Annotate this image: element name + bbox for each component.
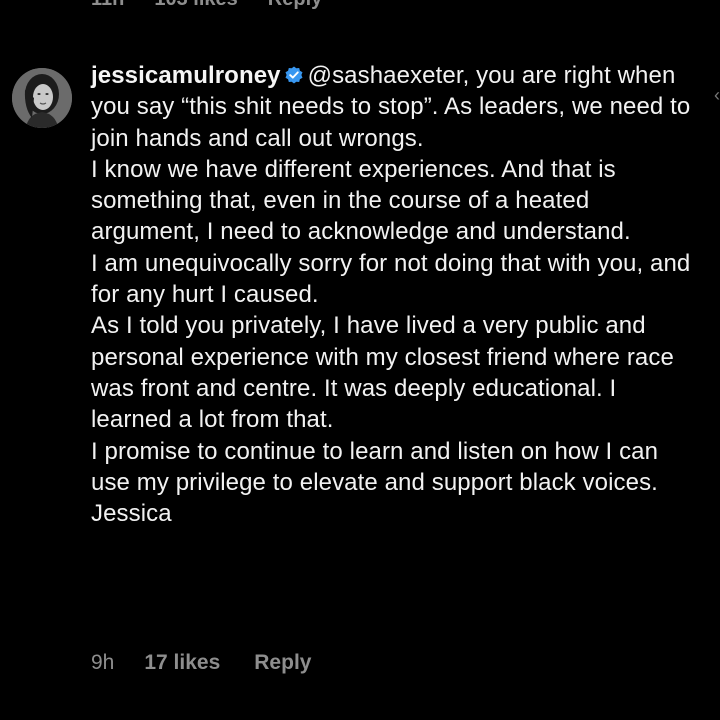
- comment-paragraph-5: I promise to continue to learn and liste…: [91, 437, 659, 496]
- comment-meta: 9h 17 likes Reply: [91, 651, 311, 675]
- previous-comment-time: 11h: [91, 0, 124, 11]
- comment-signature: Jessica: [91, 500, 172, 528]
- like-heart-icon[interactable]: ‹: [714, 86, 720, 104]
- comment-paragraph-2: I know we have different experiences. An…: [91, 155, 631, 246]
- comment-paragraph-3: I am unequivocally sorry for not doing t…: [91, 249, 691, 309]
- verified-badge-icon: [284, 65, 304, 85]
- comment-time: 9h: [91, 651, 115, 674]
- comment-first-paragraph: jessicamulroney @sashaexeter, you are rig…: [91, 60, 691, 154]
- comment-username[interactable]: jessicamulroney: [91, 62, 281, 89]
- previous-comment-meta: 11h 103 likes Reply: [91, 0, 322, 11]
- comment-likes[interactable]: 17 likes: [144, 651, 220, 675]
- comment-screen: 11h 103 likes Reply jessicamulroney @sash…: [0, 0, 720, 720]
- comment-body: jessicamulroney @sashaexeter, you are rig…: [91, 60, 691, 529]
- reply-button[interactable]: Reply: [254, 651, 311, 675]
- comment-paragraph-4: As I told you privately, I have lived a …: [91, 312, 674, 434]
- avatar-photo: [12, 68, 72, 128]
- avatar[interactable]: [12, 68, 72, 128]
- previous-comment-reply-button[interactable]: Reply: [268, 0, 322, 11]
- mention-link[interactable]: @sashaexeter,: [308, 62, 470, 89]
- previous-comment-likes[interactable]: 103 likes: [154, 0, 237, 11]
